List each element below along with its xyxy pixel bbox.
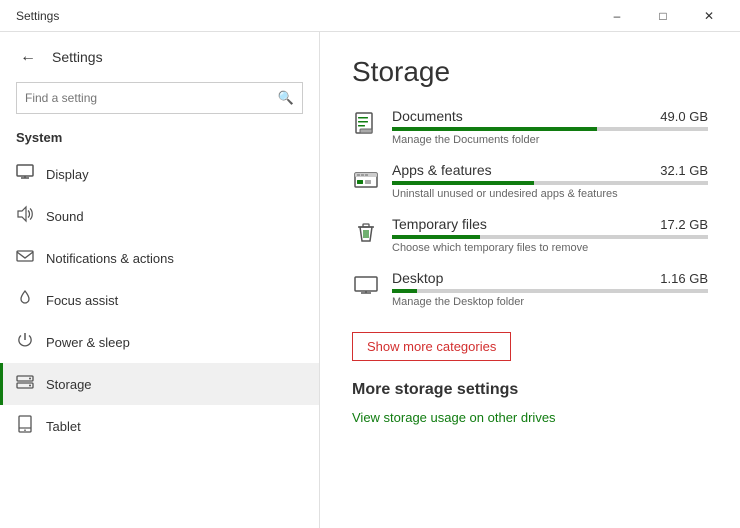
sound-icon <box>16 205 34 227</box>
more-storage-title: More storage settings <box>352 381 708 399</box>
desktop-header: Desktop 1.16 GB <box>392 270 708 286</box>
sidebar-item-power[interactable]: Power & sleep <box>0 321 319 363</box>
temp-progress-fill <box>392 235 480 239</box>
back-button[interactable]: ← <box>16 44 40 70</box>
sidebar-item-label-power: Power & sleep <box>46 335 130 350</box>
desktop-progress-bg <box>392 289 708 293</box>
apps-desc: Uninstall unused or undesired apps & fea… <box>392 188 708 200</box>
close-button[interactable]: ✕ <box>686 0 732 32</box>
power-icon <box>16 331 34 353</box>
title-bar-title: Settings <box>16 9 594 23</box>
tablet-icon <box>16 415 34 437</box>
title-bar-controls: – □ ✕ <box>594 0 732 32</box>
temp-header: Temporary files 17.2 GB <box>392 216 708 232</box>
sidebar-app-title: Settings <box>52 49 103 65</box>
sidebar-item-label-sound: Sound <box>46 209 84 224</box>
documents-progress-bg <box>392 127 708 131</box>
temp-content: Temporary files 17.2 GB Choose which tem… <box>392 216 708 254</box>
temp-progress-bg <box>392 235 708 239</box>
documents-content: Documents 49.0 GB Manage the Documents f… <box>392 108 708 146</box>
documents-icon <box>352 110 380 138</box>
documents-size: 49.0 GB <box>660 109 708 124</box>
maximize-button[interactable]: □ <box>640 0 686 32</box>
apps-size: 32.1 GB <box>660 163 708 178</box>
documents-progress-fill <box>392 127 597 131</box>
desktop-icon <box>352 272 380 300</box>
sidebar-item-label-focus: Focus assist <box>46 293 118 308</box>
view-storage-link[interactable]: View storage usage on other drives <box>352 410 556 425</box>
desktop-content: Desktop 1.16 GB Manage the Desktop folde… <box>392 270 708 308</box>
apps-progress-bg <box>392 181 708 185</box>
apps-progress-fill <box>392 181 534 185</box>
search-icon: 🔍 <box>278 90 294 106</box>
apps-name: Apps & features <box>392 162 492 178</box>
sidebar-item-notifications[interactable]: Notifications & actions <box>0 237 319 279</box>
sidebar-top: ← Settings <box>0 32 319 78</box>
show-more-categories-button[interactable]: Show more categories <box>352 332 511 361</box>
temp-icon <box>352 218 380 246</box>
sidebar-item-storage[interactable]: Storage <box>0 363 319 405</box>
sidebar-item-display[interactable]: Display <box>0 153 319 195</box>
main-layout: ← Settings 🔍 System Display <box>0 32 740 528</box>
sidebar-item-sound[interactable]: Sound <box>0 195 319 237</box>
temp-desc: Choose which temporary files to remove <box>392 242 708 254</box>
title-bar: Settings – □ ✕ <box>0 0 740 32</box>
apps-header: Apps & features 32.1 GB <box>392 162 708 178</box>
apps-content: Apps & features 32.1 GB Uninstall unused… <box>392 162 708 200</box>
sidebar-item-focus[interactable]: Focus assist <box>0 279 319 321</box>
search-box[interactable]: 🔍 <box>16 82 303 114</box>
apps-icon <box>352 164 380 192</box>
sidebar-item-label-display: Display <box>46 167 89 182</box>
sidebar-item-label-storage: Storage <box>46 377 92 392</box>
storage-item-desktop[interactable]: Desktop 1.16 GB Manage the Desktop folde… <box>352 270 708 308</box>
documents-desc: Manage the Documents folder <box>392 134 708 146</box>
storage-icon <box>16 373 34 395</box>
desktop-name: Desktop <box>392 270 443 286</box>
minimize-button[interactable]: – <box>594 0 640 32</box>
search-input[interactable] <box>25 91 272 105</box>
desktop-desc: Manage the Desktop folder <box>392 296 708 308</box>
temp-size: 17.2 GB <box>660 217 708 232</box>
sidebar-item-tablet[interactable]: Tablet <box>0 405 319 447</box>
content-area: Storage Documents 49.0 GB <box>320 32 740 528</box>
display-icon <box>16 163 34 185</box>
documents-name: Documents <box>392 108 463 124</box>
documents-header: Documents 49.0 GB <box>392 108 708 124</box>
temp-name: Temporary files <box>392 216 487 232</box>
notifications-icon <box>16 247 34 269</box>
storage-item-temp[interactable]: Temporary files 17.2 GB Choose which tem… <box>352 216 708 254</box>
storage-item-apps[interactable]: Apps & features 32.1 GB Uninstall unused… <box>352 162 708 200</box>
sidebar: ← Settings 🔍 System Display <box>0 32 320 528</box>
sidebar-item-label-tablet: Tablet <box>46 419 81 434</box>
page-title: Storage <box>352 56 708 88</box>
sidebar-section-label: System <box>0 126 319 153</box>
sidebar-item-label-notifications: Notifications & actions <box>46 251 174 266</box>
focus-icon <box>16 289 34 311</box>
storage-item-documents[interactable]: Documents 49.0 GB Manage the Documents f… <box>352 108 708 146</box>
desktop-progress-fill <box>392 289 417 293</box>
desktop-size: 1.16 GB <box>660 271 708 286</box>
